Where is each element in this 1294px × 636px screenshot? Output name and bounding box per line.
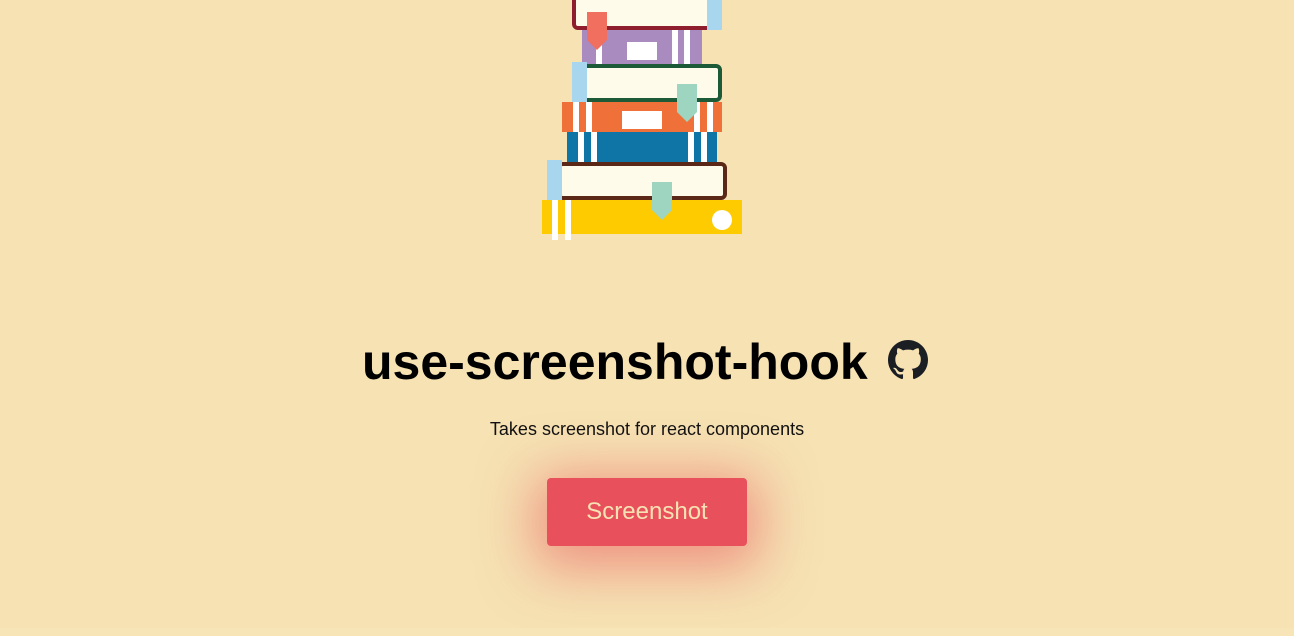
github-link[interactable] xyxy=(888,340,928,380)
github-icon xyxy=(888,340,928,380)
page-title: use-screenshot-hook xyxy=(362,334,868,390)
screenshot-button[interactable]: Screenshot xyxy=(547,478,747,546)
book-stack-illustration xyxy=(530,0,760,250)
subtitle: Takes screenshot for react components xyxy=(489,419,805,439)
title-row: use-screenshot-hook xyxy=(0,330,1294,394)
footer-strip xyxy=(0,628,1294,636)
